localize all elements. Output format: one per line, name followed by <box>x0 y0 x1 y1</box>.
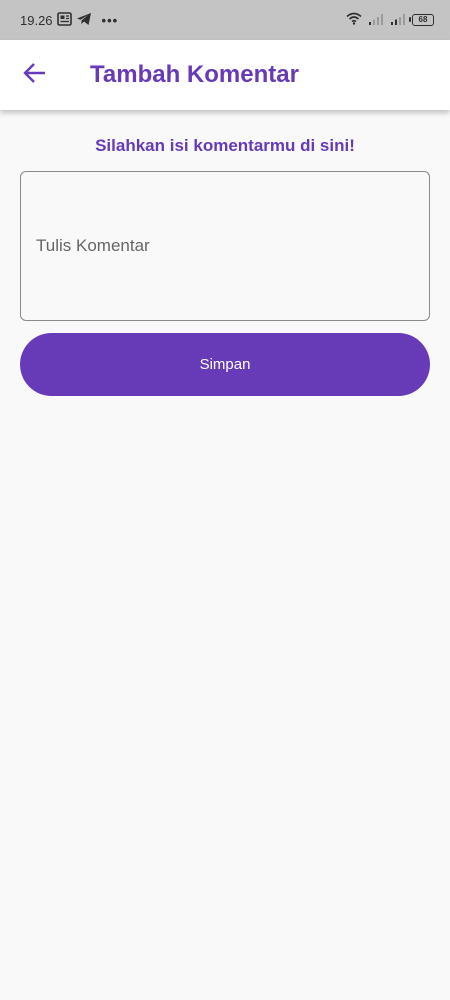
back-button[interactable] <box>0 40 70 110</box>
signal-icon <box>390 13 406 28</box>
page-title: Tambah Komentar <box>90 61 299 88</box>
comment-input[interactable] <box>36 236 416 256</box>
app-bar: Tambah Komentar <box>0 40 450 110</box>
comment-form: Silahkan isi komentarmu di sini! Simpan <box>20 110 430 396</box>
form-prompt: Silahkan isi komentarmu di sini! <box>95 136 355 155</box>
battery-icon: 68 <box>409 14 434 26</box>
news-icon <box>56 11 72 29</box>
wifi-icon <box>346 12 362 28</box>
save-button[interactable]: Simpan <box>20 333 430 396</box>
telegram-icon <box>76 12 92 29</box>
status-bar: 19.26 ••• 68 <box>0 0 450 40</box>
status-bar-left: 19.26 ••• <box>20 11 119 29</box>
signal-icon <box>368 13 384 28</box>
more-notifications-indicator: ••• <box>101 12 119 28</box>
arrow-back-icon <box>23 62 47 89</box>
comment-field-container[interactable] <box>20 171 430 321</box>
status-time: 19.26 <box>20 12 53 28</box>
status-bar-right: 68 <box>346 12 434 28</box>
